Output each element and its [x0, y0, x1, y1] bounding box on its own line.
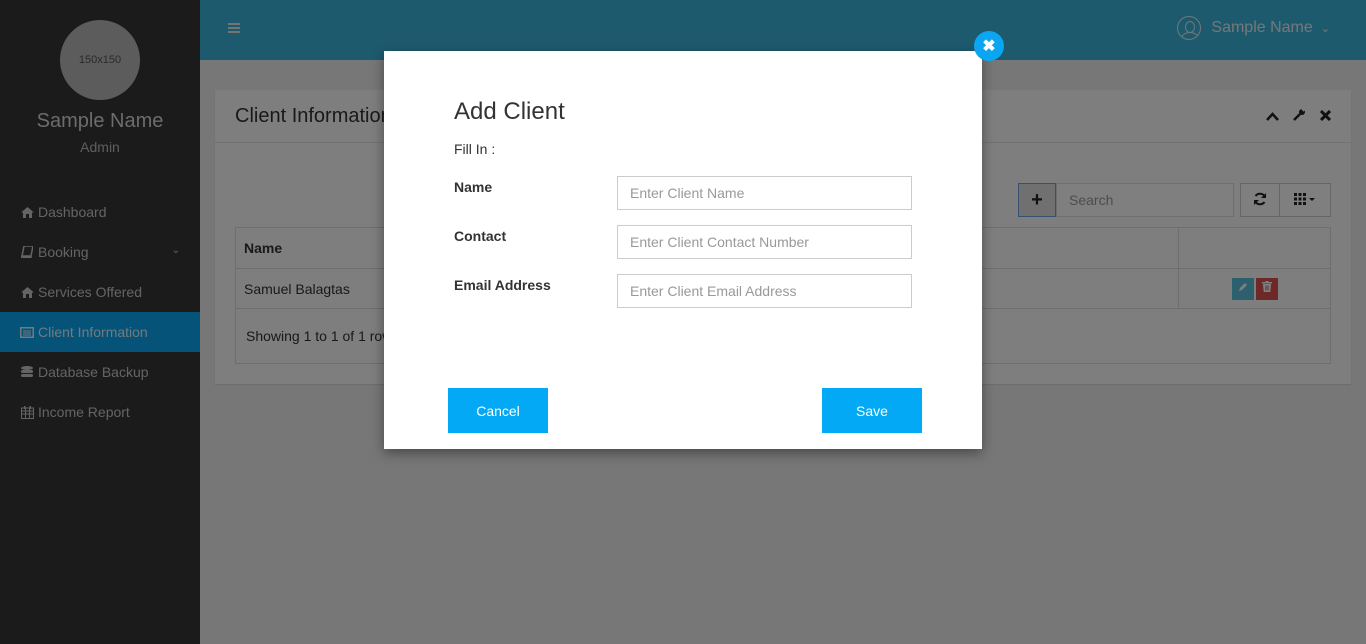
- modal-subtitle: Fill In :: [454, 141, 496, 157]
- client-name-input[interactable]: [617, 176, 912, 210]
- save-button[interactable]: Save: [822, 388, 922, 433]
- cancel-button[interactable]: Cancel: [448, 388, 548, 433]
- contact-label: Contact: [454, 228, 507, 244]
- client-email-input[interactable]: [617, 274, 912, 308]
- client-contact-input[interactable]: [617, 225, 912, 259]
- modal-close-button[interactable]: ✖: [974, 31, 1004, 61]
- modal-title: Add Client: [454, 98, 565, 125]
- add-client-modal: Add Client Fill In : Name Contact Email …: [384, 51, 982, 449]
- email-label: Email Address: [454, 277, 551, 293]
- close-icon: ✖: [982, 38, 996, 55]
- name-label: Name: [454, 179, 493, 195]
